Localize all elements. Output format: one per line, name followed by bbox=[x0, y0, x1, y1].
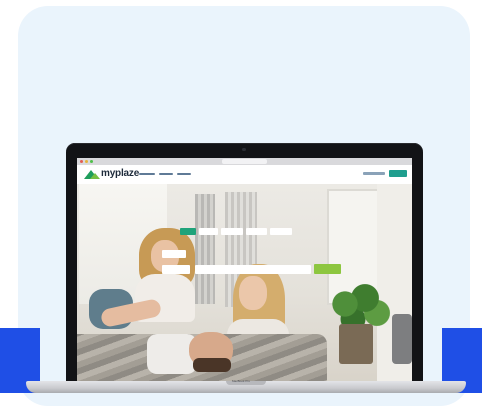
address-bar[interactable] bbox=[222, 159, 267, 164]
laptop-screen: myplaze bbox=[77, 158, 412, 384]
search-button[interactable] bbox=[314, 264, 341, 274]
laptop-lid: myplaze bbox=[66, 143, 423, 385]
tab-2[interactable] bbox=[199, 228, 218, 235]
location-select[interactable] bbox=[162, 265, 190, 274]
nav-link-2[interactable] bbox=[159, 173, 173, 175]
minimize-dot-icon[interactable] bbox=[85, 160, 88, 163]
nav-link-1[interactable] bbox=[139, 173, 155, 175]
tab-1[interactable] bbox=[180, 228, 196, 235]
camera-icon bbox=[242, 148, 246, 151]
woman-face bbox=[239, 276, 267, 310]
brand-logo-text[interactable]: myplaze bbox=[101, 168, 139, 179]
laptop-base: MacBook Pro bbox=[26, 379, 466, 393]
nav-link-3[interactable] bbox=[177, 173, 191, 175]
maximize-dot-icon[interactable] bbox=[90, 160, 93, 163]
tab-3[interactable] bbox=[221, 228, 243, 235]
browser-toolbar bbox=[77, 158, 412, 165]
tab-5[interactable] bbox=[270, 228, 292, 235]
hero-image bbox=[77, 184, 412, 384]
search-input[interactable] bbox=[195, 265, 311, 274]
tab-4[interactable] bbox=[246, 228, 267, 235]
logo-mountain-small-icon bbox=[90, 173, 100, 179]
property-type-select[interactable] bbox=[162, 250, 186, 258]
plant-pot bbox=[339, 324, 373, 364]
cta-button[interactable] bbox=[389, 170, 407, 177]
chair bbox=[392, 314, 412, 364]
site-navbar: myplaze bbox=[77, 165, 412, 184]
search-panel bbox=[162, 239, 342, 277]
laptop-model-label: MacBook Pro bbox=[232, 379, 251, 383]
close-dot-icon[interactable] bbox=[80, 160, 83, 163]
login-link[interactable] bbox=[363, 172, 385, 175]
man-hair bbox=[193, 358, 231, 372]
